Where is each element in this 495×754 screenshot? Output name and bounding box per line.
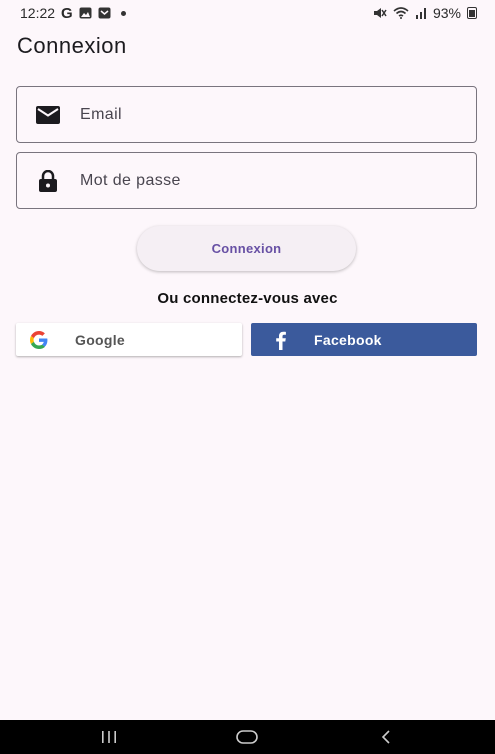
status-bar: 12:22 G 93%	[0, 0, 495, 26]
google-button-label: Google	[75, 331, 126, 348]
email-input[interactable]	[80, 105, 440, 124]
mail-icon	[35, 102, 61, 128]
dot-icon	[120, 10, 126, 16]
google-icon: G	[61, 4, 73, 22]
page-title: Connexion	[17, 33, 127, 58]
login-button[interactable]: Connexion	[137, 226, 356, 271]
wifi-icon	[393, 7, 409, 19]
home-icon[interactable]	[227, 725, 267, 749]
status-time: 12:22	[20, 5, 56, 21]
facebook-button-label: Facebook	[314, 331, 382, 348]
password-input[interactable]	[80, 171, 440, 190]
lock-icon	[35, 168, 61, 194]
battery-percent: 93%	[432, 5, 461, 21]
battery-icon	[467, 7, 477, 19]
status-left: 12:22 G	[20, 5, 126, 22]
signal-icon	[415, 7, 427, 19]
navigation-bar	[0, 720, 495, 754]
back-icon[interactable]	[366, 725, 406, 749]
password-field[interactable]	[16, 152, 477, 209]
recents-icon[interactable]	[89, 725, 129, 749]
facebook-login-button[interactable]: Facebook	[251, 323, 477, 356]
email-field[interactable]	[16, 86, 477, 143]
mute-icon	[373, 7, 387, 19]
google-logo-icon	[29, 330, 48, 349]
facebook-logo-icon	[271, 330, 291, 350]
google-login-button[interactable]: Google	[16, 323, 242, 356]
status-right: 93%	[373, 5, 477, 21]
mail-icon	[98, 7, 111, 19]
social-divider-text: Ou connectez-vous avec	[157, 290, 338, 307]
photo-icon	[79, 7, 92, 19]
